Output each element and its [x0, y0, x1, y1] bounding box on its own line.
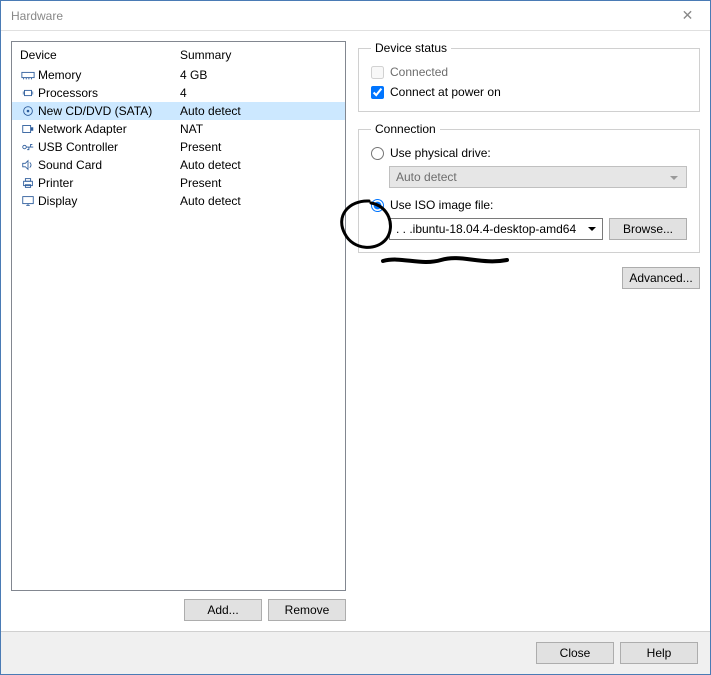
close-button[interactable]: Close	[536, 642, 614, 664]
advanced-button[interactable]: Advanced...	[622, 267, 700, 289]
device-row[interactable]: USB ControllerPresent	[12, 138, 345, 156]
connected-checkbox	[371, 66, 384, 79]
nic-icon	[20, 123, 36, 135]
use-physical-radio[interactable]	[371, 147, 384, 160]
device-list[interactable]: Device Summary Memory4 GBProcessors4New …	[11, 41, 346, 591]
left-panel: Device Summary Memory4 GBProcessors4New …	[11, 41, 346, 621]
use-physical-radio-label[interactable]: Use physical drive:	[371, 146, 687, 160]
device-summary: 4	[180, 86, 337, 100]
iso-file-select[interactable]: . . .ibuntu-18.04.4-desktop-amd64	[389, 218, 603, 240]
advanced-row: Advanced...	[358, 267, 700, 289]
device-summary: Present	[180, 140, 337, 154]
connect-poweron-text: Connect at power on	[390, 85, 501, 99]
use-iso-text: Use ISO image file:	[390, 198, 493, 212]
device-row[interactable]: Sound CardAuto detect	[12, 156, 345, 174]
iso-row: . . .ibuntu-18.04.4-desktop-amd64 Browse…	[389, 218, 687, 240]
printer-icon	[20, 177, 36, 189]
device-name: Network Adapter	[36, 122, 180, 136]
device-name: New CD/DVD (SATA)	[36, 104, 180, 118]
window-close-button[interactable]: ✕	[665, 1, 710, 31]
device-summary: Auto detect	[180, 104, 337, 118]
usb-icon	[20, 141, 36, 153]
iso-file-value: . . .ibuntu-18.04.4-desktop-amd64	[396, 222, 576, 236]
device-summary: Auto detect	[180, 158, 337, 172]
device-summary: Present	[180, 176, 337, 190]
browse-button[interactable]: Browse...	[609, 218, 687, 240]
use-iso-radio-label[interactable]: Use ISO image file:	[371, 198, 687, 212]
header-device: Device	[20, 48, 180, 62]
content-area: Device Summary Memory4 GBProcessors4New …	[1, 31, 710, 631]
help-button[interactable]: Help	[620, 642, 698, 664]
header-summary: Summary	[180, 48, 231, 62]
connect-poweron-checkbox[interactable]	[371, 86, 384, 99]
physical-drive-select: Auto detect	[389, 166, 687, 188]
device-summary: 4 GB	[180, 68, 337, 82]
use-iso-radio[interactable]	[371, 199, 384, 212]
add-button[interactable]: Add...	[184, 599, 262, 621]
right-panel: Device status Connected Connect at power…	[358, 41, 700, 621]
display-icon	[20, 195, 36, 207]
device-name: Printer	[36, 176, 180, 190]
connection-legend: Connection	[371, 122, 440, 136]
device-status-legend: Device status	[371, 41, 451, 55]
device-row[interactable]: Network AdapterNAT	[12, 120, 345, 138]
device-list-buttons: Add... Remove	[11, 599, 346, 621]
connected-text: Connected	[390, 65, 448, 79]
cpu-icon	[20, 87, 36, 99]
memory-icon	[20, 69, 36, 81]
sound-icon	[20, 159, 36, 171]
device-row[interactable]: DisplayAuto detect	[12, 192, 345, 210]
remove-button[interactable]: Remove	[268, 599, 346, 621]
device-row[interactable]: Processors4	[12, 84, 345, 102]
physical-drive-value: Auto detect	[396, 170, 457, 184]
device-name: Sound Card	[36, 158, 180, 172]
device-name: Processors	[36, 86, 180, 100]
use-physical-text: Use physical drive:	[390, 146, 491, 160]
device-name: Display	[36, 194, 180, 208]
connection-group: Connection Use physical drive: Auto dete…	[358, 122, 700, 253]
device-summary: Auto detect	[180, 194, 337, 208]
device-row[interactable]: PrinterPresent	[12, 174, 345, 192]
device-name: Memory	[36, 68, 180, 82]
device-row[interactable]: Memory4 GB	[12, 66, 345, 84]
connected-checkbox-label: Connected	[371, 65, 687, 79]
connect-poweron-checkbox-label[interactable]: Connect at power on	[371, 85, 687, 99]
device-list-header: Device Summary	[12, 42, 345, 66]
bottom-bar: Close Help	[1, 631, 710, 674]
window-title: Hardware	[11, 9, 665, 23]
device-summary: NAT	[180, 122, 337, 136]
device-name: USB Controller	[36, 140, 180, 154]
window-titlebar: Hardware ✕	[1, 1, 710, 31]
device-status-group: Device status Connected Connect at power…	[358, 41, 700, 112]
cd-icon	[20, 105, 36, 117]
device-row[interactable]: New CD/DVD (SATA)Auto detect	[12, 102, 345, 120]
